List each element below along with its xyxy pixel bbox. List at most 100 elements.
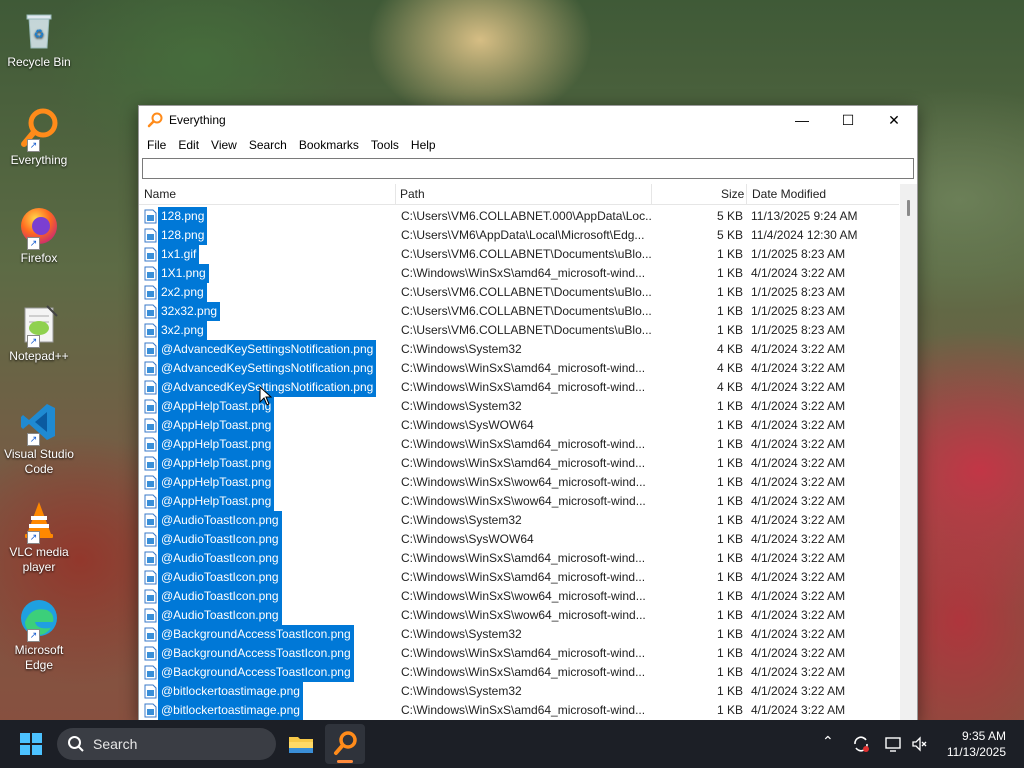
result-row[interactable]: @AudioToastIcon.png C:\Windows\System32 1 … — [139, 511, 899, 530]
column-separator[interactable] — [746, 184, 747, 204]
recycle-bin-icon: ♻ — [17, 8, 61, 52]
menu-file[interactable]: File — [141, 138, 172, 152]
result-row[interactable]: 1x1.gif C:\Users\VM6.COLLABNET\Documents\… — [139, 245, 899, 264]
result-name: 32x32.png — [158, 302, 221, 321]
result-row[interactable]: 128.png C:\Users\VM6\AppData\Local\Micros… — [139, 226, 899, 245]
taskbar-search[interactable]: Search — [57, 728, 276, 760]
column-separator[interactable] — [395, 184, 396, 204]
result-row[interactable]: @AdvancedKeySettingsNotification.png C:\W… — [139, 378, 899, 397]
result-date: 4/1/2024 3:22 AM — [751, 494, 846, 508]
scrollbar-thumb[interactable] — [907, 200, 910, 216]
result-name: 128.png — [158, 207, 208, 226]
result-size: 1 KB — [716, 304, 743, 318]
network-icon[interactable] — [884, 735, 902, 753]
vlc-icon: ↗ — [17, 498, 61, 544]
result-path: C:\Users\VM6.COLLABNET\Documents\uBlo... — [401, 285, 651, 299]
result-date: 1/1/2025 8:23 AM — [751, 285, 846, 299]
taskbar-everything[interactable] — [325, 724, 365, 764]
result-row[interactable]: @AudioToastIcon.png C:\Windows\SysWOW64 1 … — [139, 530, 899, 549]
desktop-icon-firefox[interactable]: ↗ Firefox — [4, 204, 74, 266]
minimize-button[interactable]: — — [779, 106, 825, 134]
close-button[interactable]: ✕ — [871, 106, 917, 134]
column-header-name[interactable]: Name — [144, 187, 176, 201]
result-date: 4/1/2024 3:22 AM — [751, 342, 846, 356]
result-path: C:\Windows\SysWOW64 — [401, 418, 534, 432]
chevron-up-icon[interactable]: ⌃ — [822, 733, 834, 750]
desktop-icon-everything[interactable]: ↗ Everything — [4, 106, 74, 168]
result-date: 4/1/2024 3:22 AM — [751, 266, 846, 280]
taskbar-file-explorer[interactable] — [281, 724, 321, 764]
sync-icon[interactable] — [852, 735, 870, 753]
result-path: C:\Users\VM6.COLLABNET.000\AppData\Loc..… — [401, 209, 651, 223]
menu-edit[interactable]: Edit — [172, 138, 205, 152]
firefox-icon: ↗ — [17, 204, 61, 250]
desktop-icon-edge[interactable]: ↗ Microsoft Edge — [4, 596, 74, 673]
result-row[interactable]: 2x2.png C:\Users\VM6.COLLABNET\Documents\… — [139, 283, 899, 302]
result-row[interactable]: @AudioToastIcon.png C:\Windows\WinSxS\wow… — [139, 587, 899, 606]
image-file-icon — [144, 570, 157, 585]
result-row[interactable]: @AdvancedKeySettingsNotification.png C:\W… — [139, 340, 899, 359]
result-row[interactable]: 32x32.png C:\Users\VM6.COLLABNET\Document… — [139, 302, 899, 321]
speaker-muted-icon[interactable] — [910, 735, 928, 753]
result-row[interactable]: @AppHelpToast.png C:\Windows\WinSxS\amd64… — [139, 454, 899, 473]
search-input[interactable] — [143, 159, 917, 176]
image-file-icon — [144, 399, 157, 414]
result-path: C:\Windows\WinSxS\wow64_microsoft-wind..… — [401, 608, 646, 622]
result-date: 4/1/2024 3:22 AM — [751, 608, 846, 622]
mouse-cursor-icon — [259, 386, 273, 406]
result-row[interactable]: 3x2.png C:\Users\VM6.COLLABNET\Documents\… — [139, 321, 899, 340]
result-row[interactable]: @BackgroundAccessToastIcon.png C:\Windows… — [139, 663, 899, 682]
desktop-icon-recycle-bin[interactable]: ♻ Recycle Bin — [4, 8, 74, 70]
image-file-icon — [144, 627, 157, 642]
result-row[interactable]: @AppHelpToast.png C:\Windows\WinSxS\wow64… — [139, 492, 899, 511]
title-bar[interactable]: Everything — ☐ ✕ — [139, 106, 917, 134]
result-row[interactable]: 1X1.png C:\Windows\WinSxS\amd64_microsoft… — [139, 264, 899, 283]
result-size: 1 KB — [716, 494, 743, 508]
menu-view[interactable]: View — [205, 138, 243, 152]
result-row[interactable]: @AppHelpToast.png C:\Windows\WinSxS\wow64… — [139, 473, 899, 492]
vertical-scrollbar[interactable] — [900, 184, 917, 721]
result-row[interactable]: @AudioToastIcon.png C:\Windows\WinSxS\amd… — [139, 568, 899, 587]
desktop-icon-notepadpp[interactable]: ↗ Notepad++ — [4, 302, 74, 364]
result-row[interactable]: @AudioToastIcon.png C:\Windows\WinSxS\wow… — [139, 606, 899, 625]
result-row[interactable]: @AudioToastIcon.png C:\Windows\WinSxS\amd… — [139, 549, 899, 568]
result-date: 4/1/2024 3:22 AM — [751, 684, 846, 698]
menu-help[interactable]: Help — [405, 138, 442, 152]
desktop-icon-label: Microsoft Edge — [14, 643, 64, 672]
result-date: 4/1/2024 3:22 AM — [751, 646, 846, 660]
shortcut-arrow-icon: ↗ — [27, 335, 40, 348]
window-title: Everything — [169, 113, 226, 127]
column-header-size[interactable]: Size — [721, 187, 744, 201]
result-row[interactable]: @AppHelpToast.png C:\Windows\SysWOW64 1 KB… — [139, 416, 899, 435]
result-path: C:\Windows\System32 — [401, 399, 522, 413]
column-separator[interactable] — [651, 184, 652, 204]
column-header-path[interactable]: Path — [400, 187, 425, 201]
result-size: 1 KB — [716, 247, 743, 261]
result-row[interactable]: @AdvancedKeySettingsNotification.png C:\W… — [139, 359, 899, 378]
image-file-icon — [144, 266, 157, 281]
results-list: 128.png C:\Users\VM6.COLLABNET.000\AppDat… — [139, 207, 899, 720]
result-row[interactable]: @BackgroundAccessToastIcon.png C:\Windows… — [139, 625, 899, 644]
menu-bookmarks[interactable]: Bookmarks — [293, 138, 365, 152]
menu-tools[interactable]: Tools — [365, 138, 405, 152]
result-row[interactable]: @BackgroundAccessToastIcon.png C:\Windows… — [139, 644, 899, 663]
result-row[interactable]: @AppHelpToast.png C:\Windows\System32 1 KB… — [139, 397, 899, 416]
result-size: 1 KB — [716, 703, 743, 717]
maximize-button[interactable]: ☐ — [825, 106, 871, 134]
result-name: @AppHelpToast.png — [158, 435, 275, 454]
shortcut-arrow-icon: ↗ — [27, 433, 40, 446]
result-row[interactable]: @bitlockertoastimage.png C:\Windows\Syste… — [139, 682, 899, 701]
start-button[interactable] — [20, 733, 42, 755]
result-row[interactable]: @bitlockertoastimage.png C:\Windows\WinSx… — [139, 701, 899, 720]
active-app-indicator — [337, 760, 353, 763]
menu-search[interactable]: Search — [243, 138, 293, 152]
result-row[interactable]: @AppHelpToast.png C:\Windows\WinSxS\amd64… — [139, 435, 899, 454]
result-name: @BackgroundAccessToastIcon.png — [158, 644, 354, 663]
column-header-date[interactable]: Date Modified — [752, 187, 826, 201]
result-name: @AdvancedKeySettingsNotification.png — [158, 340, 377, 359]
minimize-icon: — — [795, 112, 809, 128]
desktop-icon-vscode[interactable]: ↗ Visual Studio Code — [4, 400, 74, 477]
result-row[interactable]: 128.png C:\Users\VM6.COLLABNET.000\AppDat… — [139, 207, 899, 226]
desktop-icon-vlc[interactable]: ↗ VLC media player — [4, 498, 74, 575]
clock[interactable]: 9:35 AM 11/13/2025 — [947, 728, 1006, 760]
